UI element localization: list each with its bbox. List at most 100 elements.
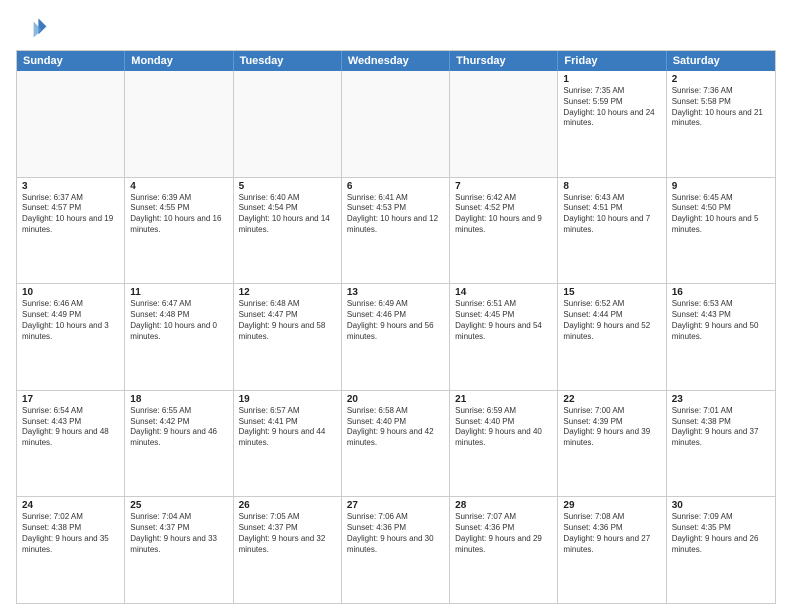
day-number: 6 (347, 181, 444, 192)
day-info: Sunrise: 7:06 AM Sunset: 4:36 PM Dayligh… (347, 512, 444, 555)
day-info: Sunrise: 6:46 AM Sunset: 4:49 PM Dayligh… (22, 299, 119, 342)
header-day-friday: Friday (558, 51, 666, 71)
header-day-wednesday: Wednesday (342, 51, 450, 71)
calendar-cell: 26Sunrise: 7:05 AM Sunset: 4:37 PM Dayli… (234, 497, 342, 603)
calendar-cell: 29Sunrise: 7:08 AM Sunset: 4:36 PM Dayli… (558, 497, 666, 603)
calendar-row-4: 17Sunrise: 6:54 AM Sunset: 4:43 PM Dayli… (17, 390, 775, 497)
day-number: 15 (563, 287, 660, 298)
calendar-cell: 4Sunrise: 6:39 AM Sunset: 4:55 PM Daylig… (125, 178, 233, 284)
day-number: 1 (563, 74, 660, 85)
day-info: Sunrise: 6:41 AM Sunset: 4:53 PM Dayligh… (347, 193, 444, 236)
calendar-cell: 6Sunrise: 6:41 AM Sunset: 4:53 PM Daylig… (342, 178, 450, 284)
day-info: Sunrise: 7:02 AM Sunset: 4:38 PM Dayligh… (22, 512, 119, 555)
day-info: Sunrise: 6:49 AM Sunset: 4:46 PM Dayligh… (347, 299, 444, 342)
day-info: Sunrise: 6:51 AM Sunset: 4:45 PM Dayligh… (455, 299, 552, 342)
calendar-cell: 21Sunrise: 6:59 AM Sunset: 4:40 PM Dayli… (450, 391, 558, 497)
day-number: 11 (130, 287, 227, 298)
calendar-cell: 18Sunrise: 6:55 AM Sunset: 4:42 PM Dayli… (125, 391, 233, 497)
calendar-cell: 8Sunrise: 6:43 AM Sunset: 4:51 PM Daylig… (558, 178, 666, 284)
calendar-cell: 20Sunrise: 6:58 AM Sunset: 4:40 PM Dayli… (342, 391, 450, 497)
header (16, 12, 776, 44)
calendar-cell: 16Sunrise: 6:53 AM Sunset: 4:43 PM Dayli… (667, 284, 775, 390)
header-day-thursday: Thursday (450, 51, 558, 71)
calendar-cell: 22Sunrise: 7:00 AM Sunset: 4:39 PM Dayli… (558, 391, 666, 497)
page: SundayMondayTuesdayWednesdayThursdayFrid… (0, 0, 792, 612)
day-number: 21 (455, 394, 552, 405)
day-number: 18 (130, 394, 227, 405)
day-info: Sunrise: 7:01 AM Sunset: 4:38 PM Dayligh… (672, 406, 770, 449)
day-info: Sunrise: 7:04 AM Sunset: 4:37 PM Dayligh… (130, 512, 227, 555)
day-number: 25 (130, 500, 227, 511)
day-number: 29 (563, 500, 660, 511)
calendar-cell: 7Sunrise: 6:42 AM Sunset: 4:52 PM Daylig… (450, 178, 558, 284)
calendar-cell (450, 71, 558, 177)
day-info: Sunrise: 7:09 AM Sunset: 4:35 PM Dayligh… (672, 512, 770, 555)
day-info: Sunrise: 6:47 AM Sunset: 4:48 PM Dayligh… (130, 299, 227, 342)
day-info: Sunrise: 6:53 AM Sunset: 4:43 PM Dayligh… (672, 299, 770, 342)
day-number: 19 (239, 394, 336, 405)
day-info: Sunrise: 6:54 AM Sunset: 4:43 PM Dayligh… (22, 406, 119, 449)
header-day-saturday: Saturday (667, 51, 775, 71)
day-info: Sunrise: 6:39 AM Sunset: 4:55 PM Dayligh… (130, 193, 227, 236)
calendar-cell: 15Sunrise: 6:52 AM Sunset: 4:44 PM Dayli… (558, 284, 666, 390)
header-day-sunday: Sunday (17, 51, 125, 71)
calendar-cell: 14Sunrise: 6:51 AM Sunset: 4:45 PM Dayli… (450, 284, 558, 390)
day-info: Sunrise: 7:08 AM Sunset: 4:36 PM Dayligh… (563, 512, 660, 555)
calendar-cell: 5Sunrise: 6:40 AM Sunset: 4:54 PM Daylig… (234, 178, 342, 284)
calendar-row-2: 3Sunrise: 6:37 AM Sunset: 4:57 PM Daylig… (17, 177, 775, 284)
calendar-cell: 9Sunrise: 6:45 AM Sunset: 4:50 PM Daylig… (667, 178, 775, 284)
day-number: 3 (22, 181, 119, 192)
calendar-cell: 23Sunrise: 7:01 AM Sunset: 4:38 PM Dayli… (667, 391, 775, 497)
calendar-cell (234, 71, 342, 177)
calendar-cell: 28Sunrise: 7:07 AM Sunset: 4:36 PM Dayli… (450, 497, 558, 603)
calendar-cell: 2Sunrise: 7:36 AM Sunset: 5:58 PM Daylig… (667, 71, 775, 177)
day-number: 26 (239, 500, 336, 511)
calendar-cell: 27Sunrise: 7:06 AM Sunset: 4:36 PM Dayli… (342, 497, 450, 603)
calendar-row-5: 24Sunrise: 7:02 AM Sunset: 4:38 PM Dayli… (17, 496, 775, 603)
header-day-tuesday: Tuesday (234, 51, 342, 71)
day-number: 20 (347, 394, 444, 405)
day-number: 5 (239, 181, 336, 192)
day-info: Sunrise: 6:42 AM Sunset: 4:52 PM Dayligh… (455, 193, 552, 236)
day-info: Sunrise: 6:48 AM Sunset: 4:47 PM Dayligh… (239, 299, 336, 342)
day-info: Sunrise: 6:52 AM Sunset: 4:44 PM Dayligh… (563, 299, 660, 342)
day-number: 27 (347, 500, 444, 511)
day-number: 4 (130, 181, 227, 192)
day-number: 2 (672, 74, 770, 85)
day-info: Sunrise: 7:36 AM Sunset: 5:58 PM Dayligh… (672, 86, 770, 129)
calendar-cell: 13Sunrise: 6:49 AM Sunset: 4:46 PM Dayli… (342, 284, 450, 390)
day-info: Sunrise: 6:57 AM Sunset: 4:41 PM Dayligh… (239, 406, 336, 449)
day-number: 13 (347, 287, 444, 298)
day-info: Sunrise: 6:59 AM Sunset: 4:40 PM Dayligh… (455, 406, 552, 449)
logo (16, 12, 52, 44)
day-info: Sunrise: 6:45 AM Sunset: 4:50 PM Dayligh… (672, 193, 770, 236)
calendar-cell: 19Sunrise: 6:57 AM Sunset: 4:41 PM Dayli… (234, 391, 342, 497)
day-number: 30 (672, 500, 770, 511)
calendar-body: 1Sunrise: 7:35 AM Sunset: 5:59 PM Daylig… (17, 71, 775, 603)
calendar-cell: 1Sunrise: 7:35 AM Sunset: 5:59 PM Daylig… (558, 71, 666, 177)
day-info: Sunrise: 6:43 AM Sunset: 4:51 PM Dayligh… (563, 193, 660, 236)
day-info: Sunrise: 6:37 AM Sunset: 4:57 PM Dayligh… (22, 193, 119, 236)
calendar-cell: 17Sunrise: 6:54 AM Sunset: 4:43 PM Dayli… (17, 391, 125, 497)
day-number: 23 (672, 394, 770, 405)
calendar-cell: 11Sunrise: 6:47 AM Sunset: 4:48 PM Dayli… (125, 284, 233, 390)
day-number: 8 (563, 181, 660, 192)
calendar-cell (125, 71, 233, 177)
calendar-row-1: 1Sunrise: 7:35 AM Sunset: 5:59 PM Daylig… (17, 71, 775, 177)
calendar-cell: 12Sunrise: 6:48 AM Sunset: 4:47 PM Dayli… (234, 284, 342, 390)
day-info: Sunrise: 6:55 AM Sunset: 4:42 PM Dayligh… (130, 406, 227, 449)
calendar-cell: 3Sunrise: 6:37 AM Sunset: 4:57 PM Daylig… (17, 178, 125, 284)
day-info: Sunrise: 7:00 AM Sunset: 4:39 PM Dayligh… (563, 406, 660, 449)
day-number: 28 (455, 500, 552, 511)
day-info: Sunrise: 6:40 AM Sunset: 4:54 PM Dayligh… (239, 193, 336, 236)
calendar-cell: 10Sunrise: 6:46 AM Sunset: 4:49 PM Dayli… (17, 284, 125, 390)
calendar: SundayMondayTuesdayWednesdayThursdayFrid… (16, 50, 776, 604)
calendar-cell (342, 71, 450, 177)
calendar-cell (17, 71, 125, 177)
calendar-header: SundayMondayTuesdayWednesdayThursdayFrid… (17, 51, 775, 71)
header-day-monday: Monday (125, 51, 233, 71)
day-info: Sunrise: 7:07 AM Sunset: 4:36 PM Dayligh… (455, 512, 552, 555)
day-info: Sunrise: 7:05 AM Sunset: 4:37 PM Dayligh… (239, 512, 336, 555)
calendar-row-3: 10Sunrise: 6:46 AM Sunset: 4:49 PM Dayli… (17, 283, 775, 390)
day-number: 10 (22, 287, 119, 298)
